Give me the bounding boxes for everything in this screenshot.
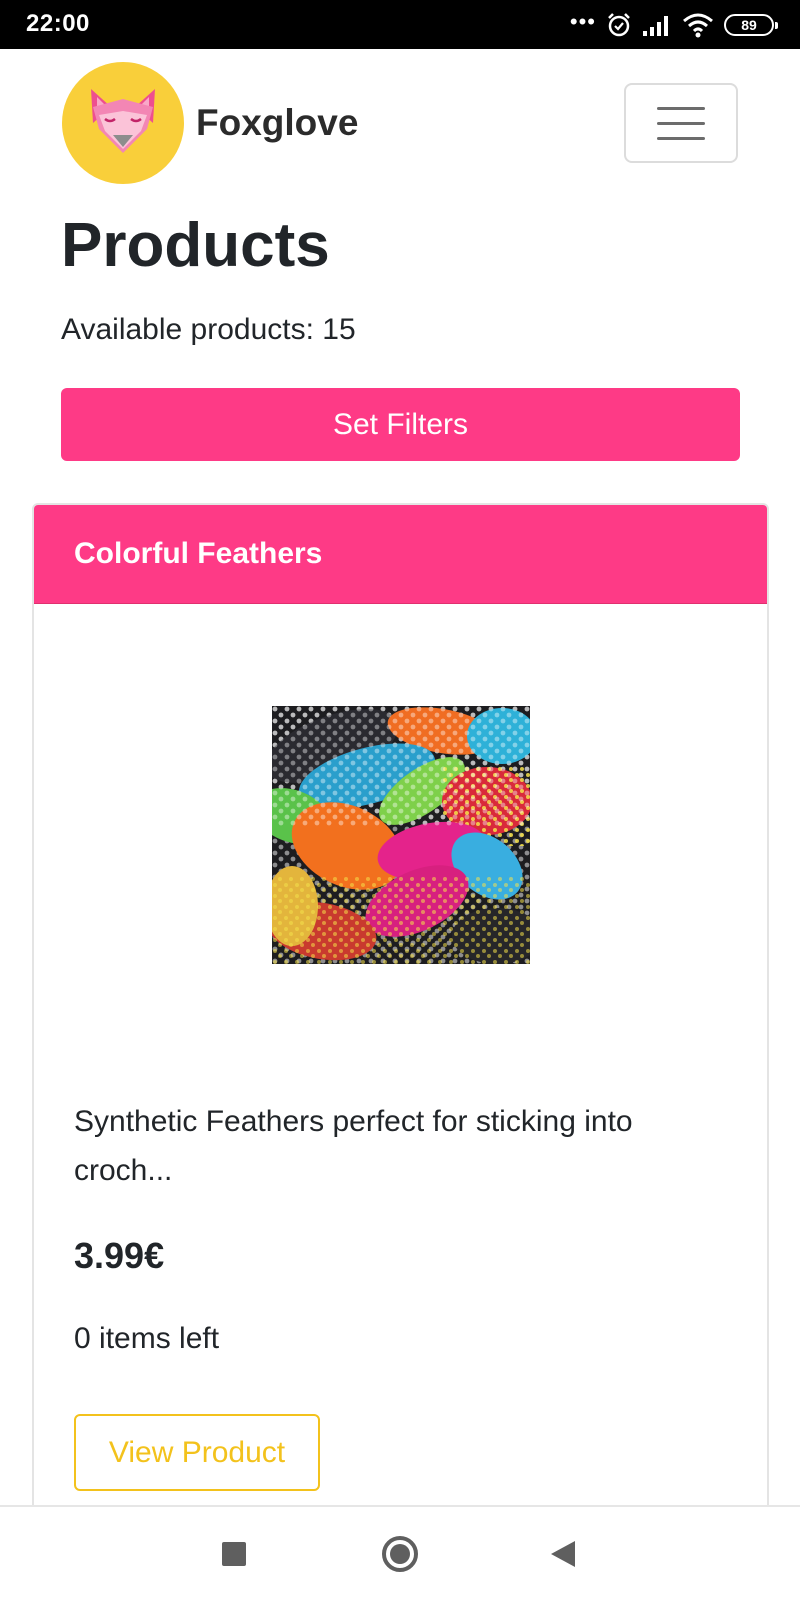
available-count: 15 <box>322 313 356 346</box>
menu-line <box>657 106 705 110</box>
menu-line <box>657 136 705 140</box>
menu-line <box>657 121 705 125</box>
page-title: Products <box>61 211 330 280</box>
card-header: Colorful Feathers <box>34 505 767 604</box>
product-description: Synthetic Feathers perfect for sticking … <box>74 1105 633 1187</box>
stock-label: items left <box>99 1322 220 1355</box>
recents-square-icon[interactable] <box>222 1542 246 1566</box>
stock-info: 0 items left <box>74 1322 219 1356</box>
view-product-button[interactable]: View Product <box>74 1414 320 1491</box>
signal-icon <box>643 16 668 36</box>
fox-logo-icon[interactable] <box>62 62 184 184</box>
status-time: 22:00 <box>26 10 90 37</box>
product-name: Colorful Feathers <box>74 537 323 570</box>
more-dots-icon: ••• <box>569 9 596 34</box>
product-image[interactable] <box>272 706 530 964</box>
battery-icon: 89 <box>724 14 778 36</box>
available-products: Available products: 15 <box>61 313 356 347</box>
battery-level: 89 <box>741 17 757 33</box>
navbar: Foxglove <box>0 49 800 199</box>
status-bar: 22:00 ••• 89 <box>0 0 800 49</box>
wifi-icon <box>683 13 713 38</box>
stock-count: 0 <box>74 1322 91 1355</box>
product-card: Colorful Feathers Synthetic Feathers per… <box>32 503 769 1600</box>
available-label: Available products: <box>61 313 314 346</box>
status-icons: ••• 89 <box>569 9 778 40</box>
brand[interactable]: Foxglove <box>62 62 358 184</box>
back-triangle-icon[interactable] <box>551 1541 575 1567</box>
hamburger-menu-icon[interactable] <box>624 83 738 163</box>
fox-face-icon <box>91 89 155 153</box>
product-price: 3.99€ <box>74 1235 165 1276</box>
alarm-icon <box>608 13 630 37</box>
feathers-image <box>272 706 530 964</box>
system-nav-bar <box>0 1505 800 1600</box>
home-circle-icon[interactable] <box>382 1536 418 1572</box>
set-filters-button[interactable]: Set Filters <box>61 388 740 461</box>
brand-name[interactable]: Foxglove <box>196 102 358 144</box>
